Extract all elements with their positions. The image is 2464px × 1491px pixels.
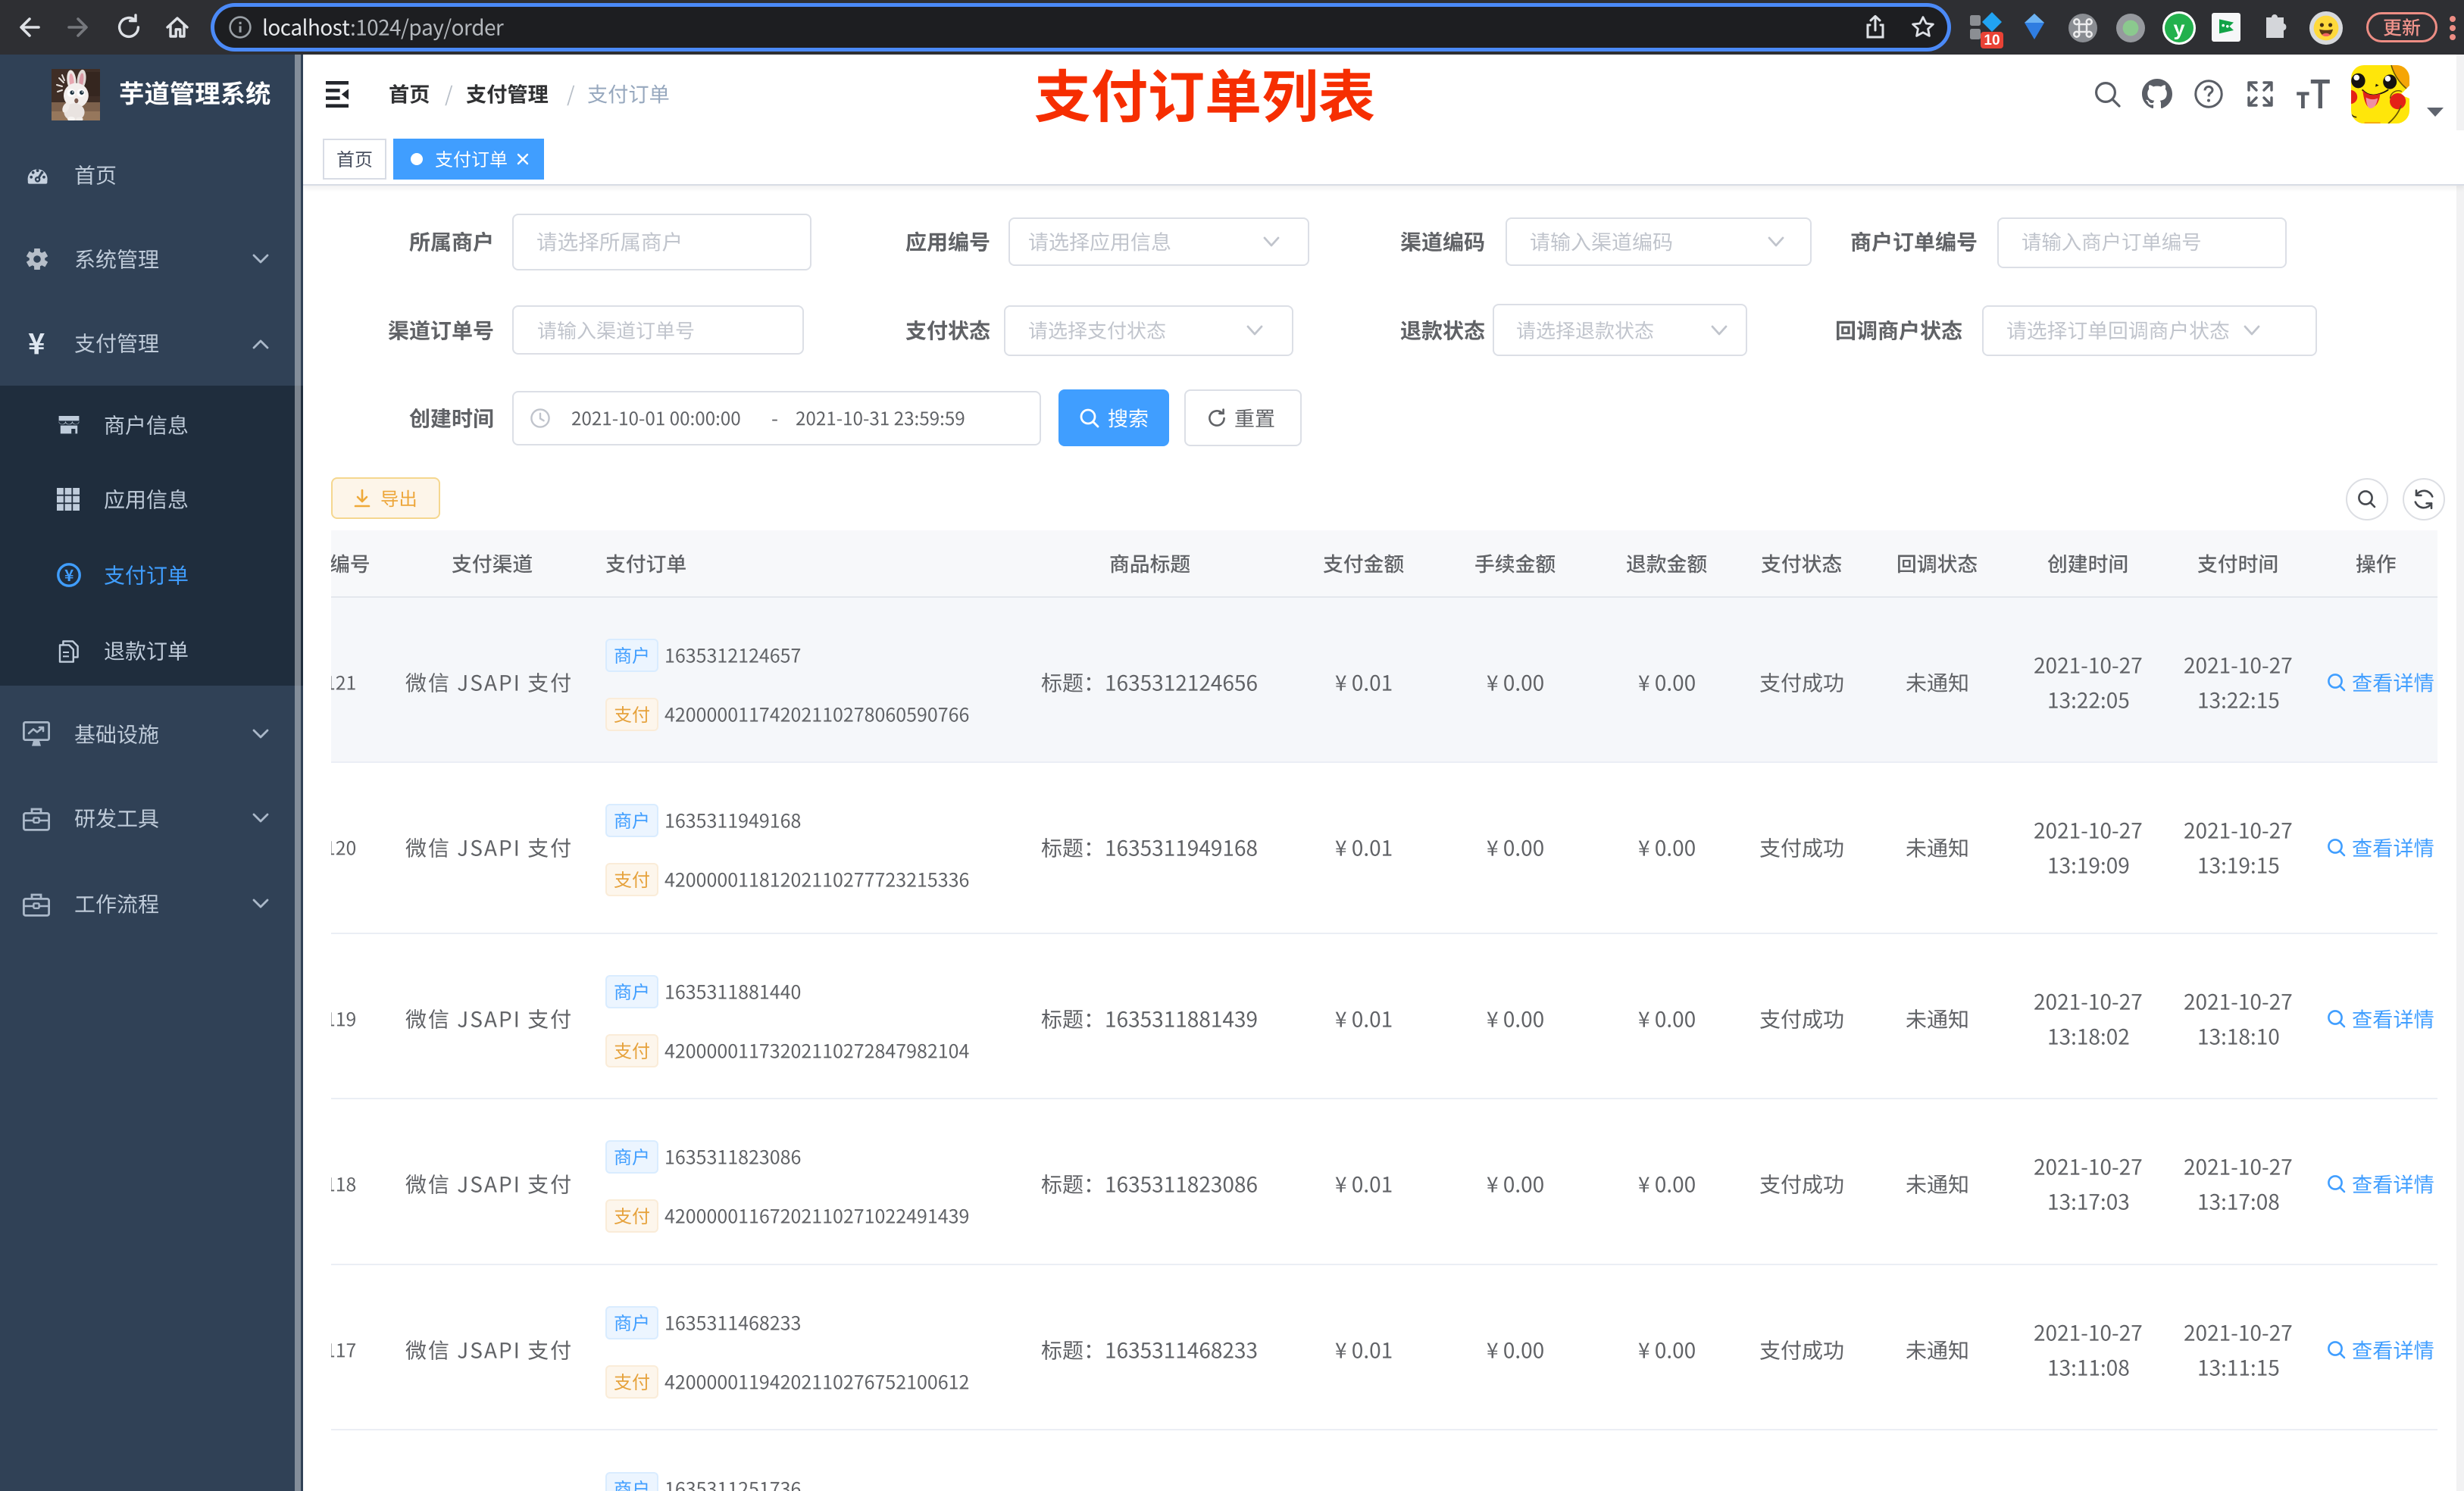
svg-text:y: y xyxy=(2173,17,2184,40)
svg-text:10: 10 xyxy=(1984,33,2000,48)
